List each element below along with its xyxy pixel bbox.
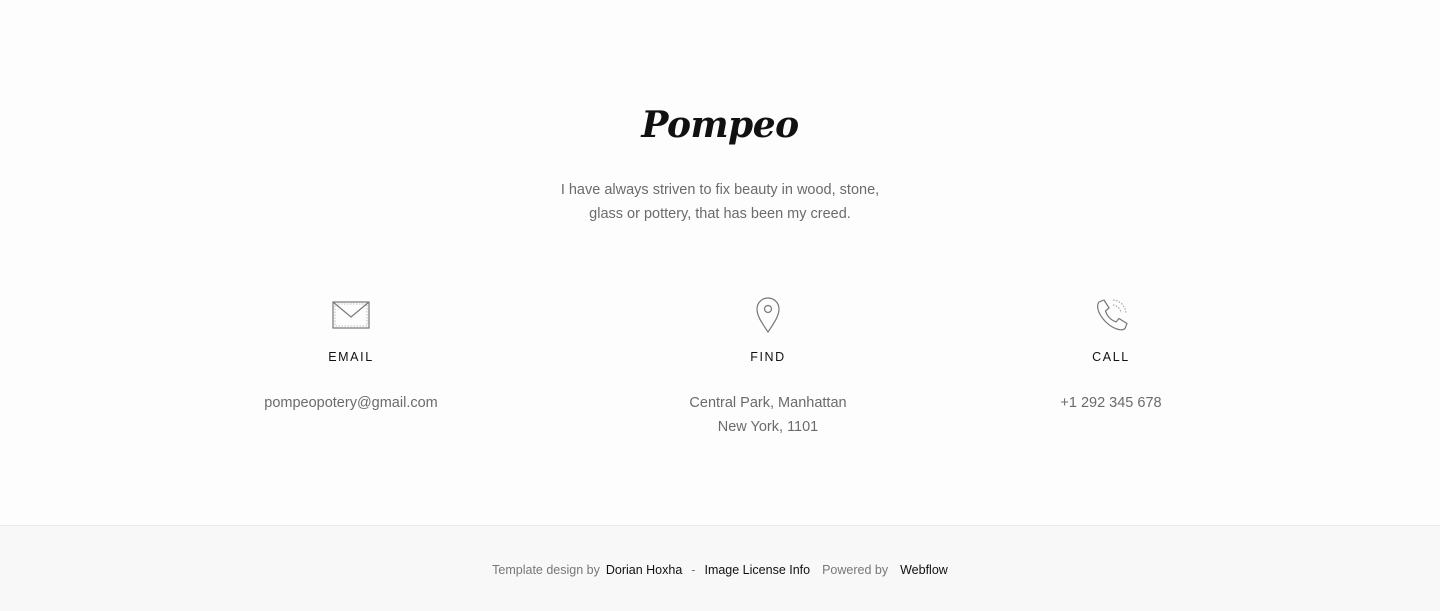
find-address: Central Park, Manhattan New York, 1101 [618, 391, 918, 439]
footer-credits: Template design by Dorian Hoxha - Image Lic… [0, 562, 1440, 578]
call-label: CALL [1092, 350, 1130, 364]
footer-separator: - [691, 563, 696, 577]
contact-find: FIND Central Park, Manhattan New York, 1… [618, 296, 918, 439]
location-pin-icon [756, 297, 780, 334]
footer: Template design by Dorian Hoxha - Image Lic… [0, 525, 1440, 611]
phone-icon [1097, 299, 1128, 331]
email-label: EMAIL [328, 350, 374, 364]
brand-logo[interactable]: Pompeo [0, 104, 1440, 146]
envelope-icon [332, 301, 370, 329]
phone-value[interactable]: +1 292 345 678 [961, 391, 1261, 415]
address-line-1: Central Park, Manhattan [689, 395, 847, 411]
template-prefix: Template design by [492, 563, 600, 577]
designer-link[interactable]: Dorian Hoxha [606, 563, 682, 577]
contact-email: EMAIL pompeopotery@gmail.com [201, 296, 501, 415]
email-value[interactable]: pompeopotery@gmail.com [201, 391, 501, 415]
tagline-line-2: glass or pottery, that has been my creed… [589, 206, 851, 222]
image-license-link[interactable]: Image License Info [704, 563, 810, 577]
address-line-2: New York, 1101 [717, 419, 819, 435]
tagline-line-1: I have always striven to fix beauty in w… [560, 182, 880, 198]
contact-section: Pompeo I have always striven to fix beau… [0, 0, 1440, 525]
contact-call: CALL +1 292 345 678 [961, 296, 1261, 415]
powered-prefix: Powered by [822, 563, 889, 577]
find-label: FIND [750, 350, 786, 364]
page: Pompeo I have always striven to fix beau… [0, 0, 1440, 611]
tagline: I have always striven to fix beauty in w… [520, 178, 920, 226]
webflow-link[interactable]: Webflow [900, 563, 948, 577]
